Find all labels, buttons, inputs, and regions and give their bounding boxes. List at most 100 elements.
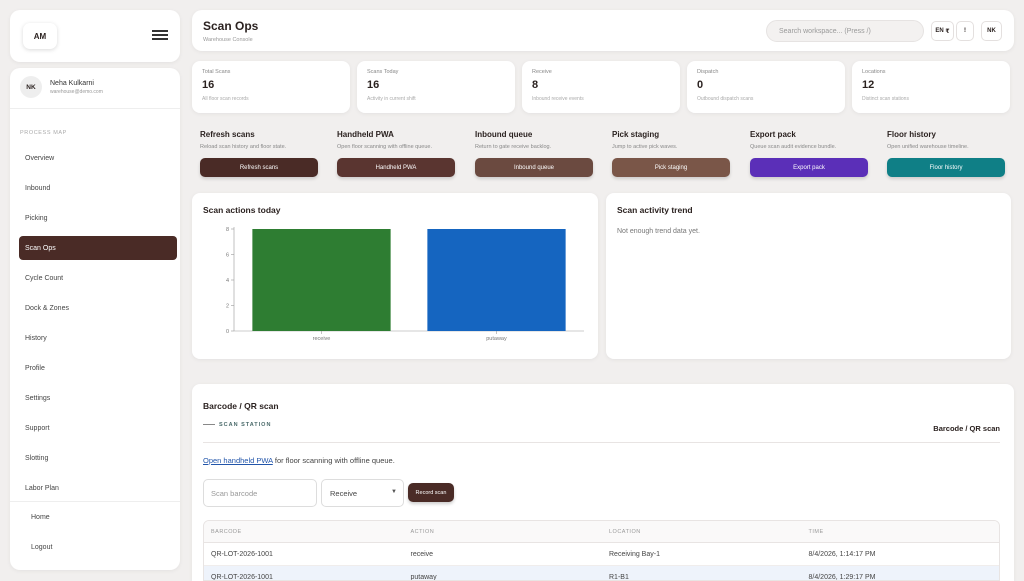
stat-sub: Inbound receive events	[532, 96, 584, 102]
y-tick-label: 8	[226, 227, 229, 233]
column-header-location[interactable]: LOCATION	[602, 529, 802, 535]
table-row[interactable]: QR-LOT-2026-1001 putaway R1-B1 8/4/2026,…	[204, 566, 999, 581]
action-desc: Open floor scanning with offline queue.	[337, 144, 432, 150]
sidebar-item-profile[interactable]: Profile	[19, 356, 177, 380]
stat-card-total-scans: Total Scans 16 All floor scan records	[192, 61, 350, 113]
action-title: Inbound queue	[475, 130, 533, 139]
sidebar-item-inbound[interactable]: Inbound	[19, 176, 177, 200]
action-title: Handheld PWA	[337, 130, 394, 139]
inbound-queue-button[interactable]: Inbound queue	[475, 158, 593, 177]
hamburger-menu-icon[interactable]	[152, 30, 168, 40]
user-profile: NK Neha Kulkarni warehouse@demo.com	[20, 76, 103, 98]
y-tick-label: 2	[226, 304, 229, 310]
divider	[10, 108, 180, 109]
column-header-time[interactable]: TIME	[802, 529, 1000, 535]
stat-value: 0	[697, 79, 704, 91]
brand-logo[interactable]: AM	[23, 23, 57, 49]
y-tick-label: 4	[226, 278, 229, 284]
sidebar-item-cycle-count[interactable]: Cycle Count	[19, 266, 177, 290]
stat-card-scans-today: Scans Today 16 Activity in current shift	[357, 61, 515, 113]
floor-history-button[interactable]: Floor history	[887, 158, 1005, 177]
action-refresh-scans: Refresh scans Reload scan history and fl…	[200, 130, 320, 177]
stat-sub: Activity in current shift	[367, 96, 416, 102]
table-header: BARCODE ACTION LOCATION TIME	[204, 521, 999, 543]
divider	[203, 442, 1000, 443]
cell-action: receive	[410, 550, 434, 558]
sidebar-item-home[interactable]: Home	[10, 502, 180, 532]
action-desc: Reload scan history and floor state.	[200, 144, 287, 150]
handheld-pwa-button[interactable]: Handheld PWA	[337, 158, 455, 177]
sidebar-item-overview[interactable]: Overview	[19, 146, 177, 170]
stat-sub: All floor scan records	[202, 96, 249, 102]
column-header-barcode[interactable]: BARCODE	[204, 529, 404, 535]
sidebar-footer: Home Logout	[10, 501, 180, 562]
search-input[interactable]: Search workspace... (Press /)	[766, 20, 924, 42]
sidebar-item-support[interactable]: Support	[19, 416, 177, 440]
scan-barcode-input[interactable]: Scan barcode	[203, 479, 317, 507]
scan-station-label: SCAN STATION	[219, 422, 272, 428]
user-name: Neha Kulkarni	[50, 79, 94, 87]
stat-label: Total Scans	[202, 69, 231, 75]
currency-label: ₹	[945, 28, 950, 35]
barcode-scan-card: Barcode / QR scan SCAN STATION Barcode /…	[192, 384, 1014, 581]
scan-actions-bar-chart: 0 2 4 6 8 receive putaway	[226, 227, 584, 342]
stat-label: Receive	[532, 69, 552, 75]
stat-card-locations: Locations 12 Distinct scan stations	[852, 61, 1010, 113]
cell-action: putaway	[410, 573, 437, 581]
chevron-down-icon: ▼	[391, 489, 397, 495]
sidebar-item-labor-plan[interactable]: Labor Plan	[19, 476, 177, 500]
user-menu-button[interactable]: NK	[981, 21, 1002, 41]
sidebar-item-logout[interactable]: Logout	[10, 532, 180, 562]
column-header-action[interactable]: ACTION	[404, 529, 603, 535]
export-pack-button[interactable]: Export pack	[750, 158, 868, 177]
record-scan-button[interactable]: Record scan	[408, 483, 454, 502]
sidebar-item-dock-zones[interactable]: Dock & Zones	[19, 296, 177, 320]
sidebar-item-scan-ops[interactable]: Scan Ops	[19, 236, 177, 260]
x-tick-label: putaway	[486, 336, 507, 342]
action-desc: Queue scan audit evidence bundle.	[750, 144, 837, 150]
cell-barcode: QR-LOT-2026-1001	[211, 550, 273, 558]
stat-value: 12	[862, 79, 875, 91]
stat-label: Locations	[862, 69, 886, 75]
table-row[interactable]: QR-LOT-2026-1001 receive Receiving Bay-1…	[204, 543, 999, 566]
action-desc: Open unified warehouse timeline.	[887, 144, 969, 150]
action-title: Pick staging	[612, 130, 660, 139]
section-label: PROCESS MAP	[20, 130, 67, 136]
language-currency-button[interactable]: EN ₹	[931, 21, 954, 41]
info-button[interactable]: !	[956, 21, 974, 41]
cell-time: 8/4/2026, 1:29:17 PM	[808, 573, 876, 581]
scan-trend-card: Scan activity trend Not enough trend dat…	[606, 193, 1011, 359]
stat-label: Dispatch	[697, 69, 719, 75]
stat-value: 16	[367, 79, 380, 91]
handheld-note: Open handheld PWA for floor scanning wit…	[203, 456, 395, 465]
action-select[interactable]: Receive ▼	[321, 479, 404, 507]
bar-receive	[252, 229, 391, 331]
sidebar: NK Neha Kulkarni warehouse@demo.com PROC…	[10, 68, 180, 570]
avatar: NK	[20, 76, 42, 98]
cell-barcode: QR-LOT-2026-1001	[211, 573, 273, 581]
stat-card-receive: Receive 8 Inbound receive events	[522, 61, 680, 113]
page-subtitle: Warehouse Console	[203, 37, 253, 43]
sidebar-item-history[interactable]: History	[19, 326, 177, 350]
action-title: Refresh scans	[200, 130, 255, 139]
action-title: Export pack	[750, 130, 796, 139]
sidebar-item-slotting[interactable]: Slotting	[19, 446, 177, 470]
scan-title: Barcode / QR scan	[203, 401, 279, 411]
stat-value: 16	[202, 79, 215, 91]
open-handheld-pwa-link[interactable]: Open handheld PWA	[203, 456, 273, 465]
stat-value: 8	[532, 79, 539, 91]
cell-location: R1-B1	[609, 573, 629, 581]
cell-location: Receiving Bay-1	[609, 550, 660, 558]
action-inbound-queue: Inbound queue Return to gate receive bac…	[475, 130, 595, 177]
sidebar-item-picking[interactable]: Picking	[19, 206, 177, 230]
station-dash	[203, 424, 215, 425]
action-title: Floor history	[887, 130, 936, 139]
refresh-scans-button[interactable]: Refresh scans	[200, 158, 318, 177]
action-floor-history: Floor history Open unified warehouse tim…	[887, 130, 1007, 177]
sidebar-item-settings[interactable]: Settings	[19, 386, 177, 410]
page-title: Scan Ops	[203, 19, 259, 33]
language-label: EN	[935, 28, 944, 34]
stat-sub: Distinct scan stations	[862, 96, 909, 102]
x-tick-label: receive	[313, 336, 331, 342]
pick-staging-button[interactable]: Pick staging	[612, 158, 730, 177]
